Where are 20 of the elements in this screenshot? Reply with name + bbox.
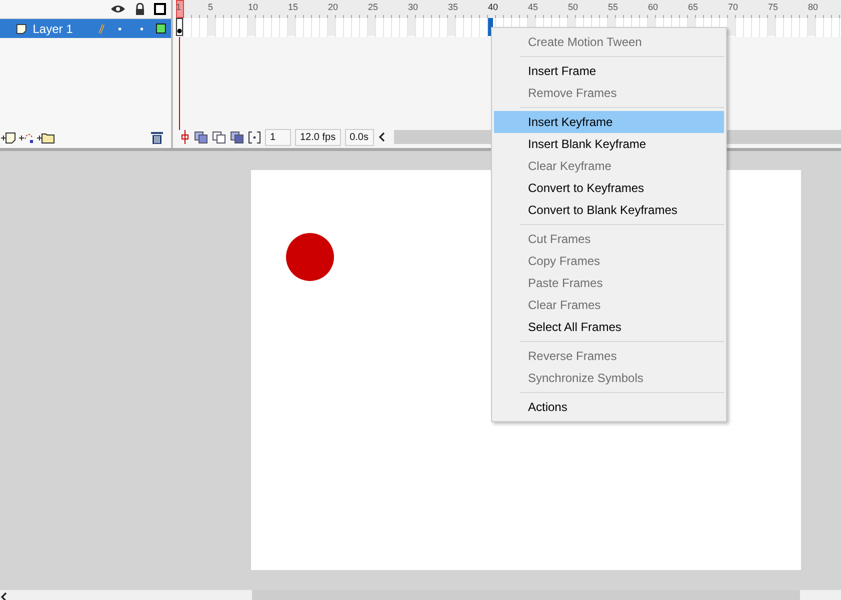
- frame-number: 15: [288, 2, 298, 12]
- frame-number: 30: [408, 2, 418, 12]
- frame-number: 50: [568, 2, 578, 12]
- frame-number: 60: [648, 2, 658, 12]
- frame-number: 25: [368, 2, 378, 12]
- frame-number: 80: [808, 2, 818, 12]
- frame-number: 10: [248, 2, 258, 12]
- frame-number: 1: [176, 2, 182, 12]
- frame-number: 55: [608, 2, 618, 12]
- frame-number: 45: [528, 2, 538, 12]
- current-frame-field: 1: [265, 128, 291, 146]
- frame-number: 70: [728, 2, 738, 12]
- frame-number: 20: [328, 2, 338, 12]
- layer-name: Layer 1: [32, 22, 74, 36]
- elapsed-time-field: 0.0s: [344, 128, 374, 146]
- frame-number: 40: [488, 2, 498, 12]
- frame-number: 35: [448, 2, 458, 12]
- frame-number: 65: [688, 2, 698, 12]
- frame-number: 75: [768, 2, 778, 12]
- frame-number: 5: [208, 2, 214, 12]
